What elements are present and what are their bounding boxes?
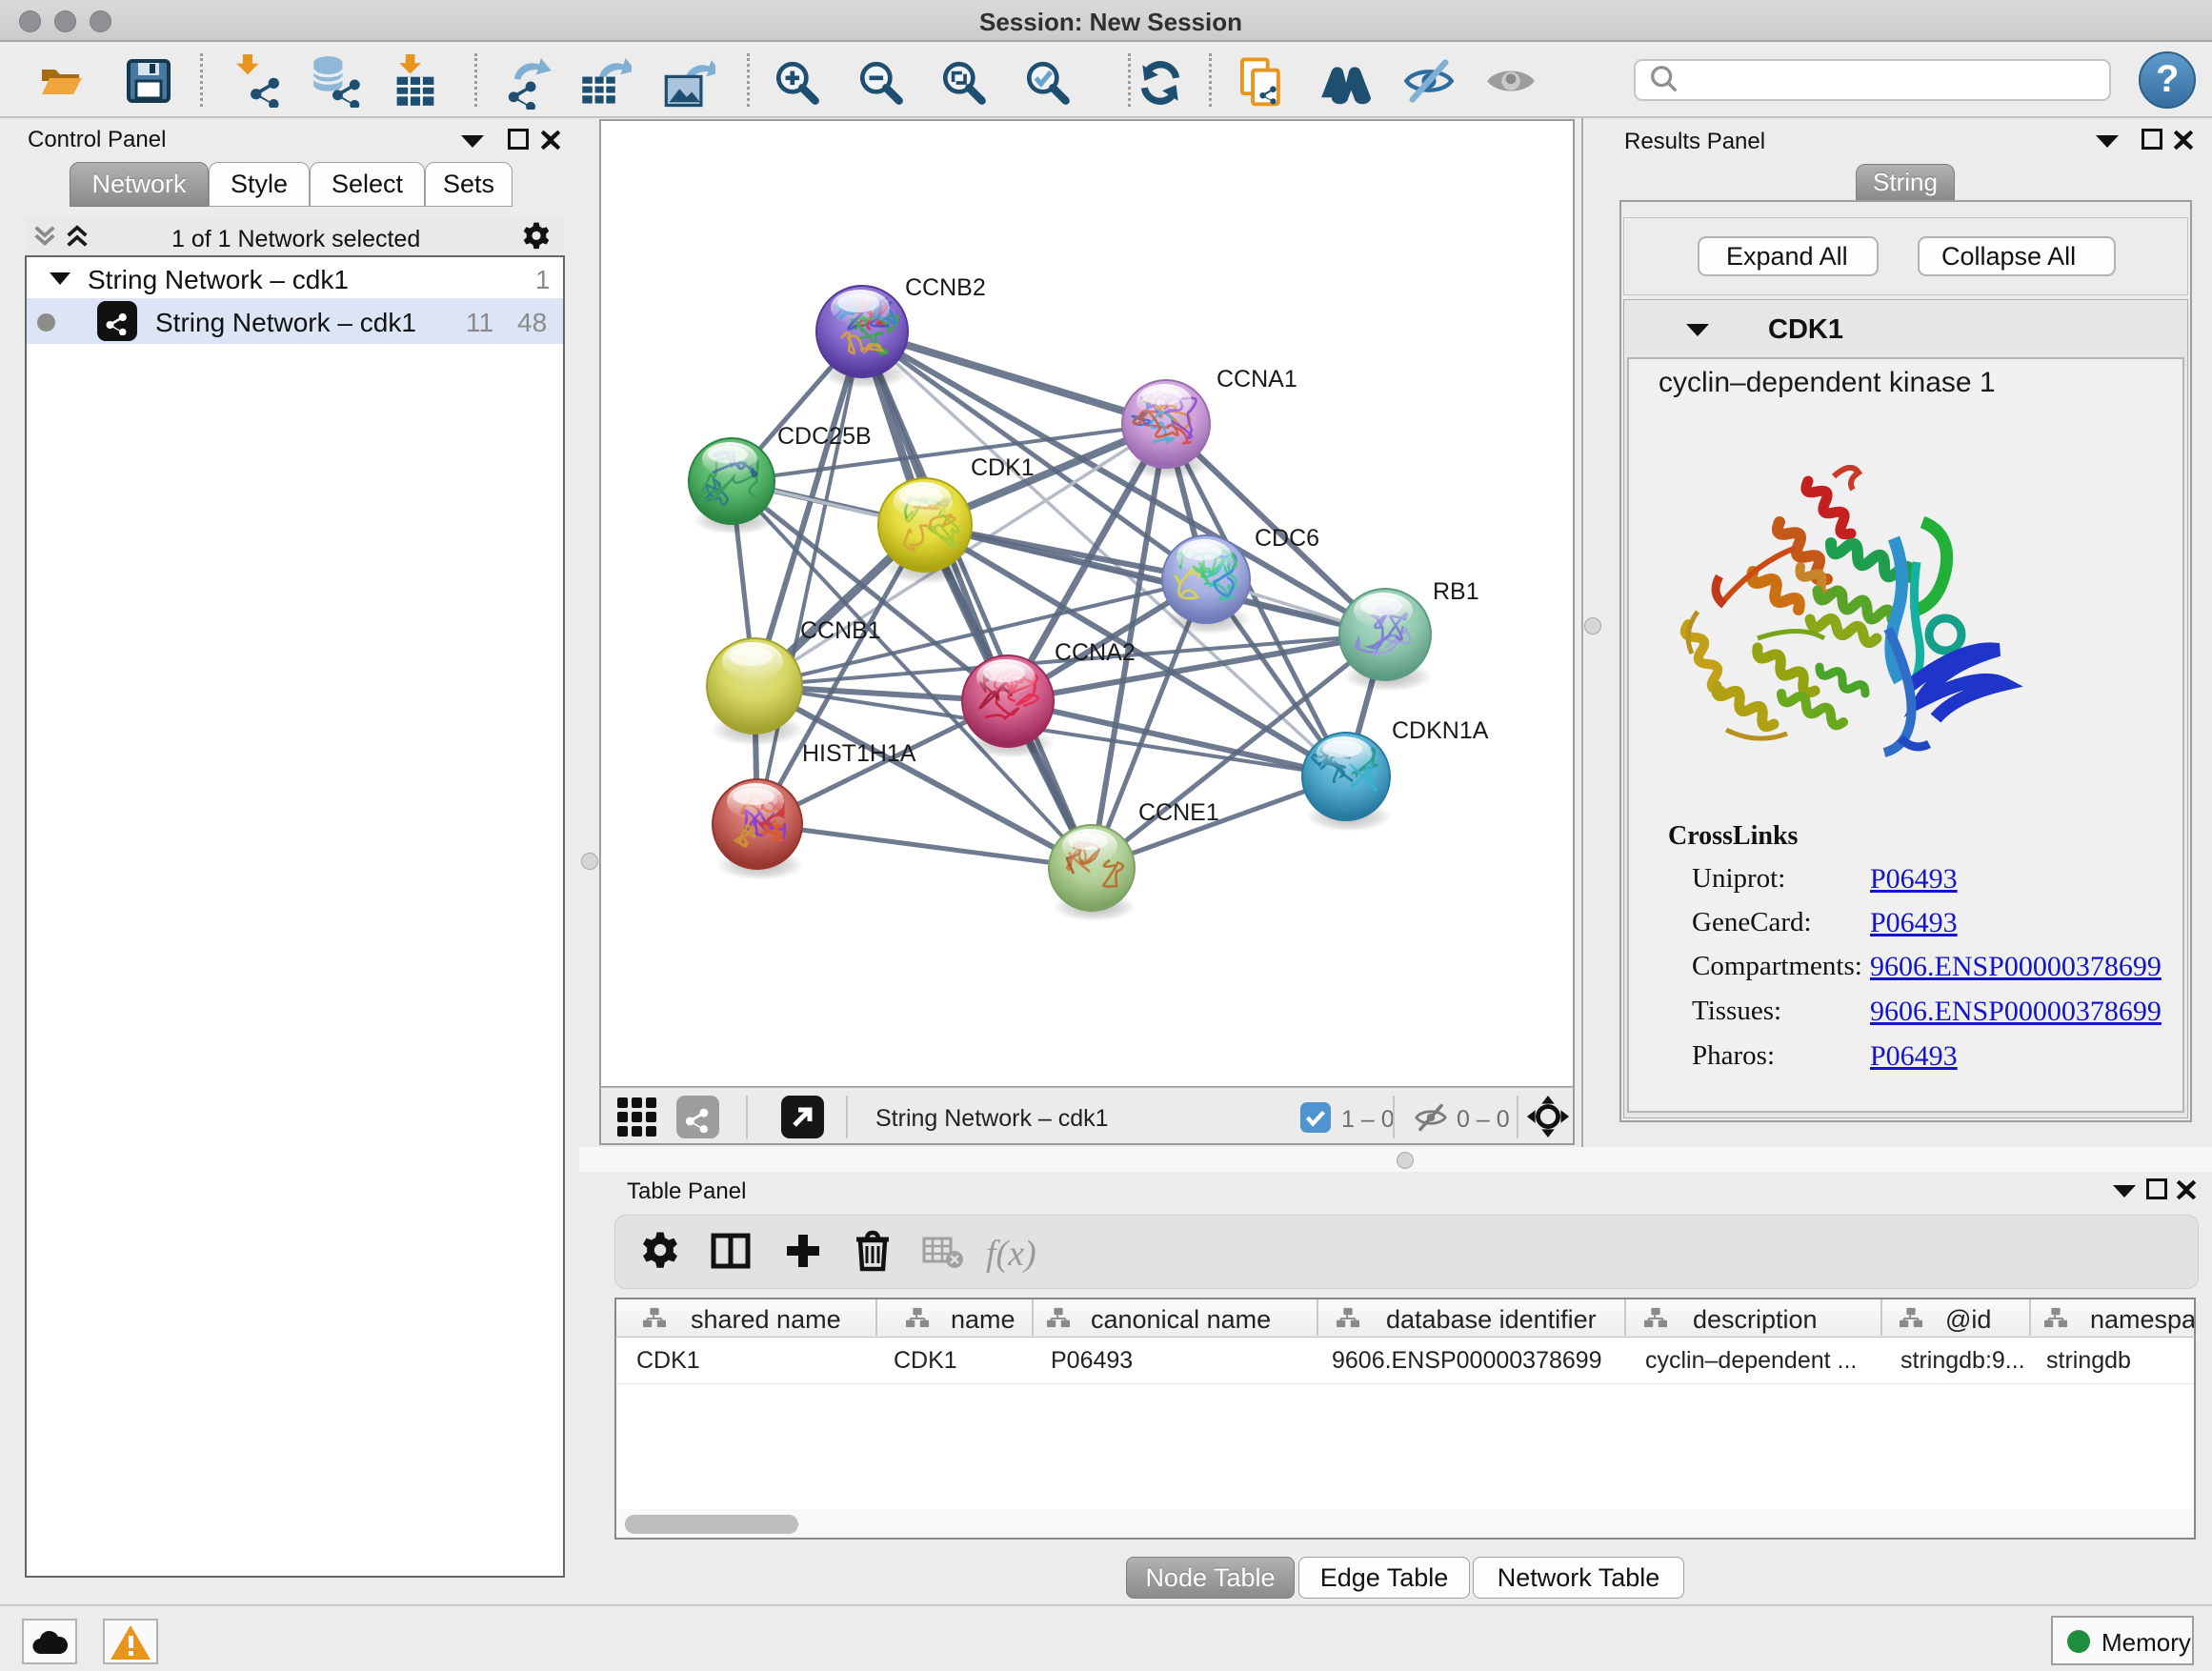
svg-text:CCNA1: CCNA1 [1217,366,1297,393]
svg-text:CCNB1: CCNB1 [800,617,881,644]
svg-text:CDC6: CDC6 [1255,525,1319,552]
svg-text:HIST1H1A: HIST1H1A [802,740,916,767]
svg-text:RB1: RB1 [1433,578,1479,605]
svg-text:CCNB2: CCNB2 [905,274,986,301]
svg-text:CDK1: CDK1 [971,454,1035,481]
svg-text:CCNA2: CCNA2 [1055,639,1136,666]
svg-text:CDC25B: CDC25B [777,423,872,450]
svg-text:CDKN1A: CDKN1A [1392,717,1489,744]
svg-text:CCNE1: CCNE1 [1138,799,1219,826]
